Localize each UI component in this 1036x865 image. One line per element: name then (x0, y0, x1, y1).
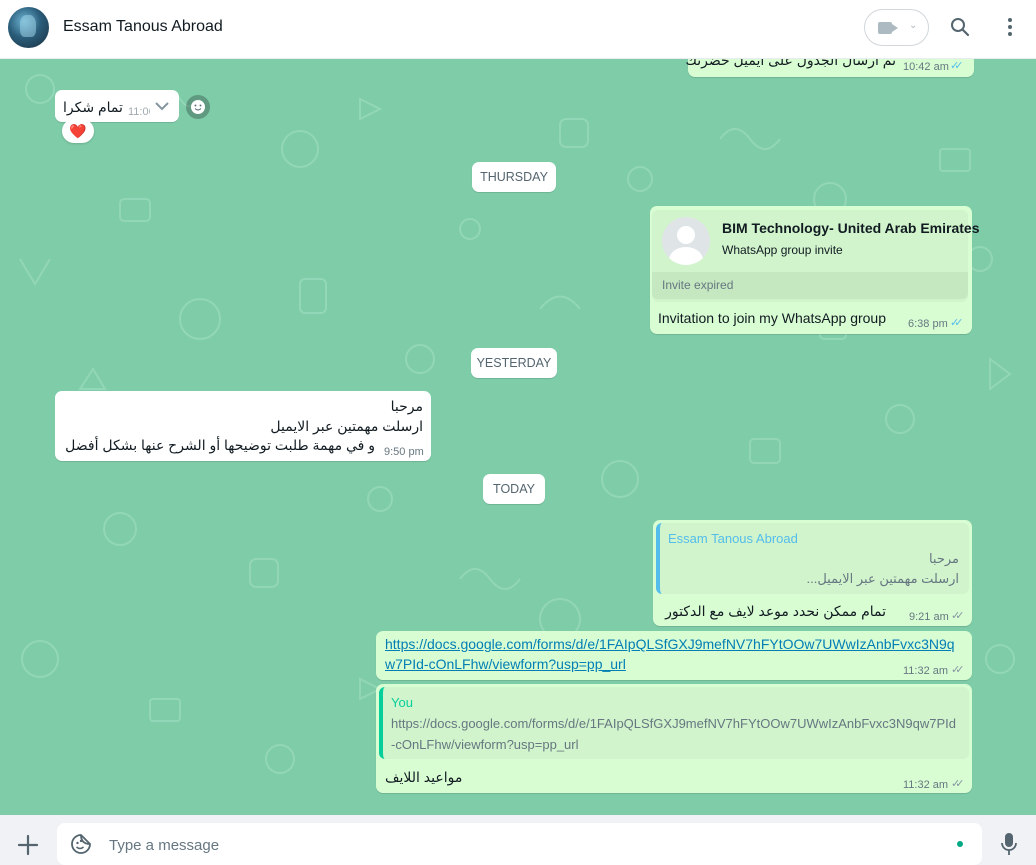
delivered-ticks-icon: ✓✓ (951, 664, 965, 676)
chevron-down-icon[interactable] (155, 102, 169, 112)
message-input-box[interactable] (57, 823, 982, 865)
invite-status: Invite expired (652, 272, 968, 299)
message-time: 6:38 pm (908, 318, 948, 330)
message-time: 9:21 am (909, 611, 949, 623)
microphone-icon[interactable] (1001, 832, 1017, 856)
reply-message[interactable]: Essam Tanous Abroad مرحبا ارسلت مهمتين ع… (653, 520, 972, 626)
outgoing-message[interactable]: تم ارسال الجدول على ايميل حضرتك 10:42 am… (685, 59, 974, 77)
reaction-badge[interactable]: ❤️ (62, 119, 94, 143)
quoted-message[interactable]: Essam Tanous Abroad مرحبا ارسلت مهمتين ع… (656, 523, 969, 594)
date-separator: THURSDAY (472, 162, 556, 192)
message-time: 11:32 am (903, 779, 949, 791)
emoji-react-icon[interactable] (186, 95, 210, 119)
message-line: مرحبا (390, 398, 423, 414)
date-separator: YESTERDAY (471, 348, 557, 378)
video-call-button[interactable]: ⌄ (864, 9, 929, 46)
kebab-menu-icon[interactable] (1000, 16, 1020, 38)
sticker-icon[interactable] (70, 833, 92, 855)
message-line: ارسلت مهمتين عبر الايميل (270, 418, 423, 434)
form-link[interactable]: w7PId-cOnLFhw/viewform?usp=pp_url (385, 656, 626, 672)
delivered-ticks-icon: ✓✓ (951, 610, 965, 622)
chevron-down-icon: ⌄ (909, 20, 918, 31)
quote-text: https://docs.google.com/forms/d/e/1FAIpQ… (391, 716, 957, 731)
incoming-message[interactable]: مرحبا ارسلت مهمتين عبر الايميل و في مهمة… (55, 391, 431, 461)
link-message[interactable]: https://docs.google.com/forms/d/e/1FAIpQ… (376, 631, 972, 680)
message-input[interactable] (107, 831, 931, 859)
video-camera-icon (878, 22, 898, 34)
message-time: 9:50 pm (384, 446, 424, 458)
form-link[interactable]: https://docs.google.com/forms/d/e/1FAIpQ… (385, 636, 955, 652)
search-icon[interactable] (950, 17, 970, 37)
message-time: 10:42 am (903, 61, 949, 73)
message-text: تمام شكرا (63, 99, 123, 115)
invite-subtitle: WhatsApp group invite (722, 243, 843, 257)
contact-name[interactable]: Essam Tanous Abroad (63, 18, 223, 36)
plus-icon[interactable] (17, 834, 39, 856)
chat-area[interactable]: تم ارسال الجدول على ايميل حضرتك 10:42 am… (0, 59, 1036, 815)
message-text: Invitation to join my WhatsApp group (658, 310, 887, 326)
group-invite-card[interactable]: BIM Technology- United Arab Emirates Wha… (652, 210, 979, 302)
quote-author: You (391, 695, 413, 710)
quote-text: -cOnLFhw/viewform?usp=pp_url (391, 737, 579, 752)
read-ticks-icon: ✓✓ (950, 317, 964, 329)
quoted-message[interactable]: You https://docs.google.com/forms/d/e/1F… (379, 687, 969, 759)
message-text: تمام ممكن نحدد موعد لايف مع الدكتور (665, 603, 886, 619)
message-time: 11:32 am (903, 665, 949, 677)
contact-avatar[interactable] (8, 7, 49, 48)
message-composer (0, 815, 1036, 865)
delivered-ticks-icon: ✓✓ (951, 778, 965, 790)
quote-author: Essam Tanous Abroad (668, 531, 798, 546)
group-avatar (662, 217, 710, 265)
status-dot (957, 841, 963, 847)
group-invite-message[interactable]: BIM Technology- United Arab Emirates Wha… (650, 206, 979, 334)
quote-text: مرحبا (928, 551, 959, 566)
date-separator: TODAY (483, 474, 545, 504)
chat-header: Essam Tanous Abroad ⌄ (0, 0, 1036, 59)
group-name: BIM Technology- United Arab Emirates (722, 220, 980, 236)
reply-message[interactable]: You https://docs.google.com/forms/d/e/1F… (376, 684, 972, 793)
quote-text: ارسلت مهمتين عبر الايميل... (806, 571, 959, 586)
message-text: مواعيد اللايف (385, 769, 463, 785)
incoming-message[interactable]: تمام شكرا 11:06 (55, 90, 179, 122)
message-time: 11:06 (128, 106, 150, 118)
message-text: تم ارسال الجدول على ايميل حضرتك (685, 59, 896, 68)
message-line: و في مهمة طلبت توضيحها أو الشرح عنها بشك… (65, 437, 375, 453)
read-ticks-icon: ✓✓ (950, 60, 964, 72)
